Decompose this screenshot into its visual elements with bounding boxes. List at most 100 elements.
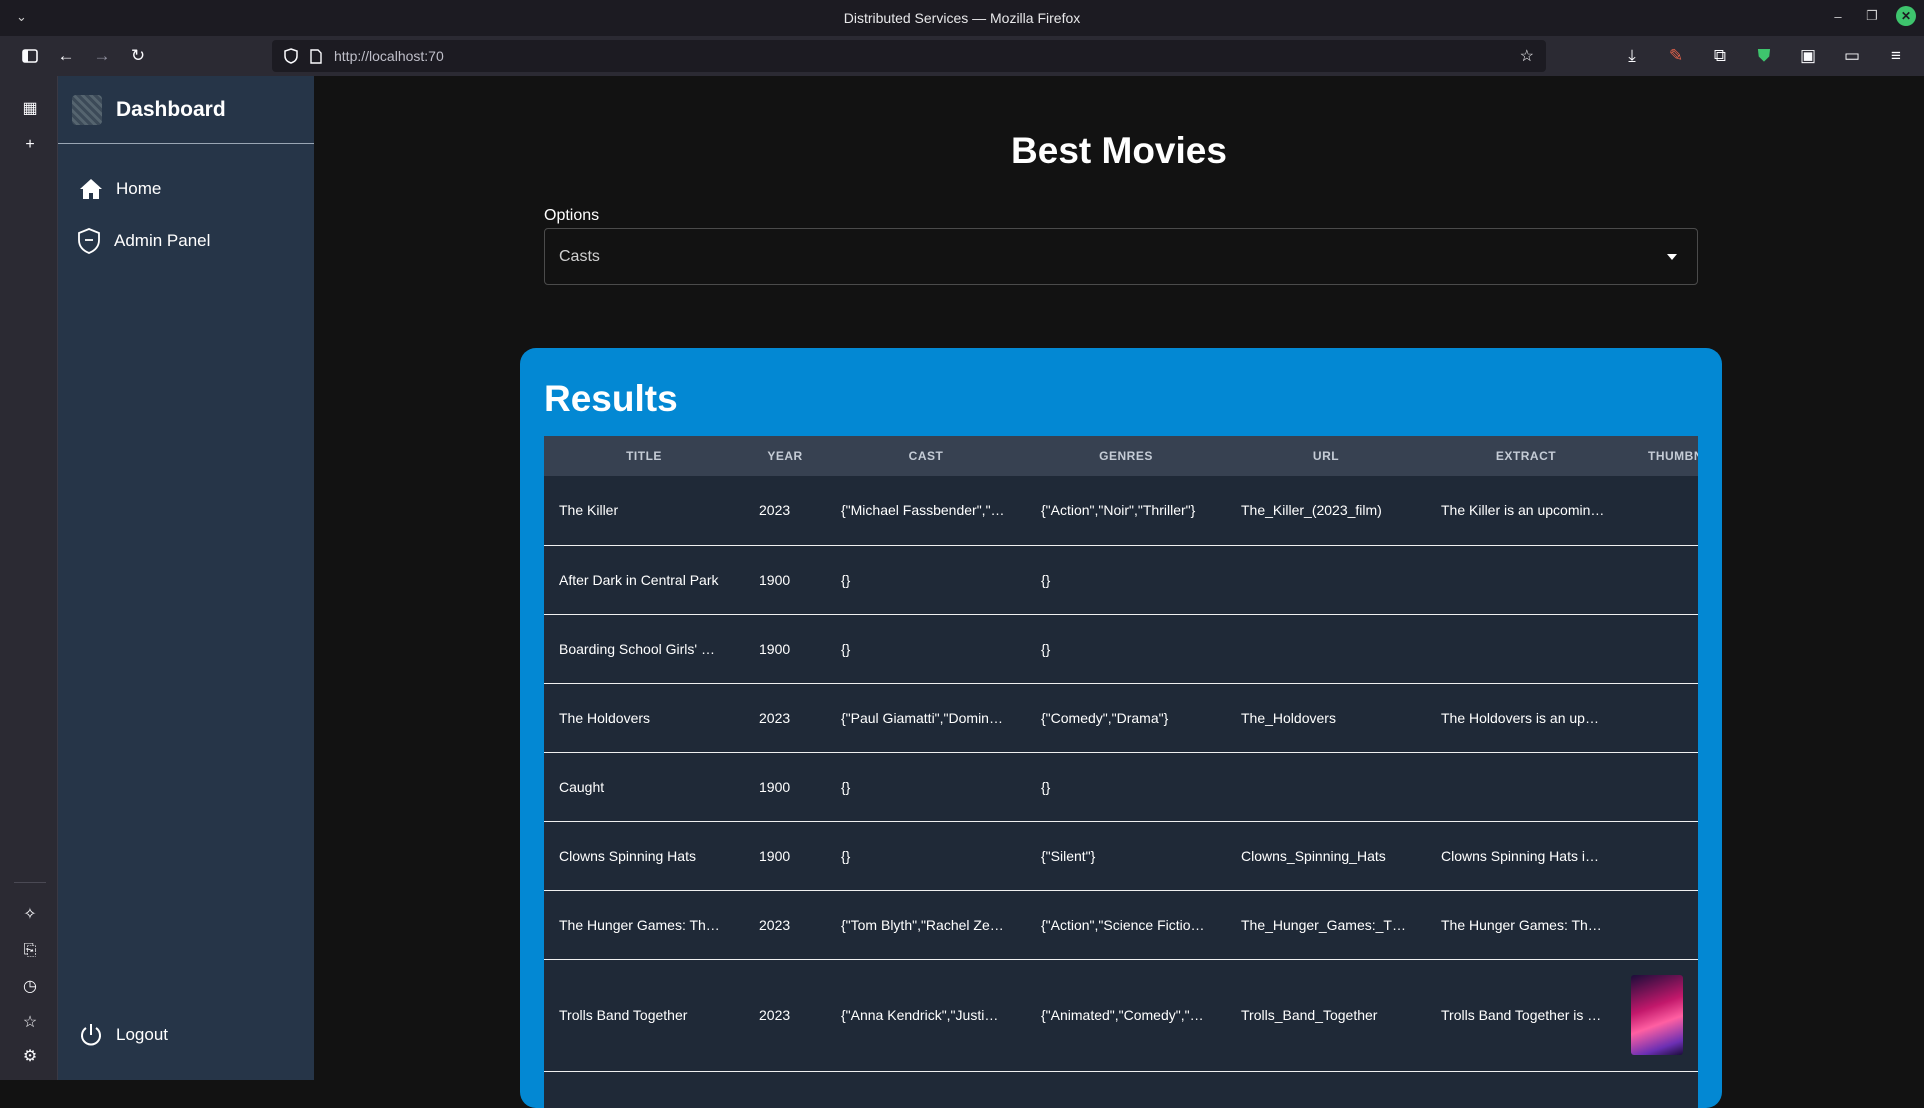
results-panel: Results TITLE YEAR CAST GENRES URL EXTRA… bbox=[520, 348, 1722, 1108]
sidebar-item-label: Home bbox=[116, 179, 162, 198]
cell-title: Boarding School Girls' … bbox=[544, 614, 744, 684]
brand[interactable]: Dashboard bbox=[58, 76, 314, 144]
column-header-year[interactable]: YEAR bbox=[744, 436, 826, 476]
logout-label: Logout bbox=[116, 1025, 168, 1044]
options-selected-value: Casts bbox=[559, 247, 600, 265]
new-tab-plus-icon[interactable]: + bbox=[19, 134, 41, 156]
download-icon[interactable]: ⤓ bbox=[1614, 40, 1650, 72]
back-icon[interactable]: ← bbox=[48, 40, 84, 72]
cell-extract: The Holdovers is an up… bbox=[1426, 683, 1626, 753]
column-header-genres[interactable]: GENRES bbox=[1026, 436, 1226, 476]
settings-gear-icon[interactable]: ⚙ bbox=[19, 1046, 41, 1068]
sidebar-item-admin-panel[interactable]: Admin Panel bbox=[76, 228, 210, 254]
home-icon bbox=[78, 176, 104, 202]
logout-button[interactable]: Logout bbox=[78, 1022, 168, 1048]
browser-navbar: ← → ↻ http://localhost:70 ☆ ⤓ ✎ ⧉ ⛊ ▣ ▭ … bbox=[0, 36, 1924, 76]
toolbar-right: ⤓ ✎ ⧉ ⛊ ▣ ▭ ≡ bbox=[1614, 40, 1914, 72]
table-row[interactable]: The Holdovers 2023 {"Paul Giamatti","Dom… bbox=[544, 683, 1698, 753]
cell-cast: {} bbox=[826, 545, 1026, 615]
main-content: Best Movies Options Casts Results TITLE … bbox=[314, 76, 1924, 1108]
column-header-thumbnail[interactable]: THUMBNAIL bbox=[1626, 436, 1698, 476]
cell-cast: {} bbox=[826, 821, 1026, 891]
tracking-shield-icon[interactable] bbox=[284, 48, 298, 64]
tab-list-chevron-icon[interactable]: ⌄ bbox=[16, 9, 27, 25]
table-row[interactable]: The Killer 2023 {"Michael Fassbender","…… bbox=[544, 476, 1698, 546]
cell-title: The Hunger Games: Th… bbox=[544, 890, 744, 960]
cell-thumbnail bbox=[1626, 959, 1698, 1072]
options-select[interactable]: Casts bbox=[544, 228, 1698, 285]
page-title: Best Movies bbox=[1011, 130, 1227, 171]
cell-thumbnail bbox=[1626, 614, 1698, 684]
tabs-icon[interactable]: ▦ bbox=[19, 98, 41, 120]
menu-icon[interactable]: ≡ bbox=[1878, 40, 1914, 72]
cell-url: The_Holdovers bbox=[1226, 683, 1426, 753]
cell-title: The Holdovers bbox=[544, 683, 744, 753]
cell-genres: {"Animated","Comedy","… bbox=[1026, 959, 1226, 1072]
cell-extract bbox=[1426, 545, 1626, 615]
table-row[interactable]: Clowns Spinning Hats 1900 {} {"Silent"} … bbox=[544, 821, 1698, 891]
forward-icon[interactable]: → bbox=[84, 40, 120, 72]
cell-extract: Trolls Band Together is … bbox=[1426, 959, 1626, 1072]
bookmarks-icon[interactable]: ☆ bbox=[19, 1012, 41, 1034]
results-table-container[interactable]: TITLE YEAR CAST GENRES URL EXTRACT THUMB… bbox=[544, 436, 1698, 1108]
cell-thumbnail bbox=[1626, 821, 1698, 891]
container-icon[interactable]: ▣ bbox=[1790, 40, 1826, 72]
column-header-title[interactable]: TITLE bbox=[544, 436, 744, 476]
close-icon[interactable]: ✕ bbox=[1896, 6, 1916, 26]
cell-genres: {"Action","Science Fictio… bbox=[1026, 890, 1226, 960]
app-sidebar: Dashboard Home Admin Panel Logout bbox=[58, 76, 314, 1080]
sidebar-toggle-icon[interactable] bbox=[12, 40, 48, 72]
cell-genres: {"Comedy","Drama"} bbox=[1026, 683, 1226, 753]
history-icon[interactable]: ◷ bbox=[19, 976, 41, 998]
cell-cast: {"Tom Blyth","Rachel Ze… bbox=[826, 890, 1026, 960]
cell-year: 2023 bbox=[744, 476, 826, 546]
cell-year: 2023 bbox=[744, 890, 826, 960]
extensions-puzzle-icon[interactable]: ⧉ bbox=[1702, 40, 1738, 72]
ai-chatbot-icon[interactable]: ✧ bbox=[19, 904, 41, 926]
column-header-cast[interactable]: CAST bbox=[826, 436, 1026, 476]
brand-title: Dashboard bbox=[116, 97, 226, 121]
table-row[interactable]: Caught 1900 {} {} bbox=[544, 752, 1698, 822]
cell-genres: {} bbox=[1026, 545, 1226, 615]
window-title: Distributed Services — Mozilla Firefox bbox=[843, 10, 1081, 26]
minimize-icon[interactable]: – bbox=[1828, 9, 1848, 24]
options-label: Options bbox=[544, 207, 600, 224]
table-row[interactable]: Trolls Band Together 2023 {"Anna Kendric… bbox=[544, 959, 1698, 1072]
results-title: Results bbox=[544, 378, 678, 419]
cell-genres: {"Silent"} bbox=[1026, 821, 1226, 891]
cell-thumbnail bbox=[1626, 545, 1698, 615]
cell-cast: {"Paul Giamatti","Domin… bbox=[826, 683, 1026, 753]
cell-title: Clowns Spinning Hats bbox=[544, 821, 744, 891]
movie-poster-thumbnail[interactable] bbox=[1631, 975, 1683, 1055]
cell-thumbnail bbox=[1626, 476, 1698, 546]
cell-thumbnail bbox=[1626, 890, 1698, 960]
column-header-url[interactable]: URL bbox=[1226, 436, 1426, 476]
synced-tabs-icon[interactable]: ⎘ bbox=[19, 940, 41, 962]
table-row[interactable]: After Dark in Central Park 1900 {} {} bbox=[544, 545, 1698, 615]
cell-genres: {} bbox=[1026, 752, 1226, 822]
cell-genres: {"Action","Noir","Thriller"} bbox=[1026, 476, 1226, 546]
cell-extract: Clowns Spinning Hats i… bbox=[1426, 821, 1626, 891]
cell-url: Clowns_Spinning_Hats bbox=[1226, 821, 1426, 891]
sidebar-panel-icon[interactable]: ▭ bbox=[1834, 40, 1870, 72]
url-text: http://localhost:70 bbox=[334, 48, 444, 64]
column-header-extract[interactable]: EXTRACT bbox=[1426, 436, 1626, 476]
cell-url bbox=[1226, 545, 1426, 615]
cell-url bbox=[1226, 752, 1426, 822]
bookmark-star-icon[interactable]: ☆ bbox=[1520, 46, 1534, 66]
brand-logo bbox=[72, 94, 102, 125]
cell-extract bbox=[1426, 614, 1626, 684]
cell-extract: The Killer is an upcomin… bbox=[1426, 476, 1626, 546]
sidebar-item-home[interactable]: Home bbox=[78, 176, 161, 202]
restore-icon[interactable]: ❐ bbox=[1862, 8, 1882, 24]
table-row[interactable]: The Hunger Games: Th… 2023 {"Tom Blyth",… bbox=[544, 890, 1698, 960]
ublock-icon[interactable]: ⛊ bbox=[1746, 40, 1782, 72]
extension-icon[interactable]: ✎ bbox=[1658, 40, 1694, 72]
power-icon bbox=[78, 1022, 104, 1048]
reload-icon[interactable]: ↻ bbox=[120, 40, 156, 72]
table-row[interactable]: Boarding School Girls' … 1900 {} {} bbox=[544, 614, 1698, 684]
window-controls: – ❐ ✕ bbox=[1828, 6, 1916, 26]
cell-cast: {"Michael Fassbender","… bbox=[826, 476, 1026, 546]
cell-url: Trolls_Band_Together bbox=[1226, 959, 1426, 1072]
url-bar[interactable]: http://localhost:70 ☆ bbox=[272, 40, 1546, 72]
